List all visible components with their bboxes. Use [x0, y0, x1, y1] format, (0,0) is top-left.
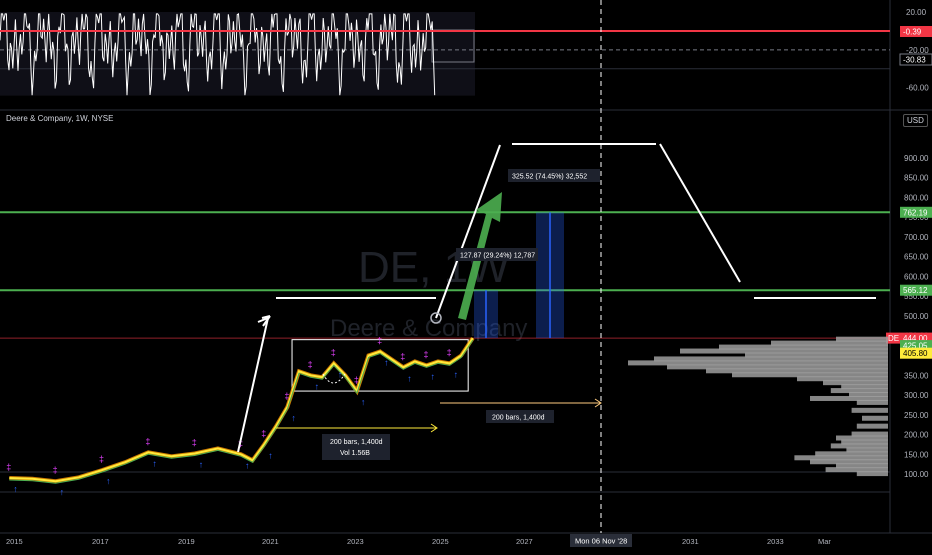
price-chart[interactable]: 20.00-20.00-60.00-0.39-30.83DE, 1WDeere … — [0, 0, 932, 550]
price-tick-label: 200.00 — [904, 431, 929, 440]
time-tick-label: 2031 — [682, 537, 699, 546]
sell-signal-marker: ‡ — [284, 391, 289, 401]
chart-workspace[interactable]: 20.00 -20.00 -60.00 -0.39 -30.83 DE, 1W Deere … — [0, 0, 932, 550]
range-bars-label: 200 bars, 1,400d — [330, 439, 383, 446]
time-tick-label: 2015 — [6, 537, 23, 546]
projection-bars-label: 200 bars, 1,400d — [492, 415, 545, 422]
sell-signal-marker: ‡ — [447, 347, 452, 357]
sell-signal-marker: ‡ — [331, 347, 336, 357]
time-tick-label: 2025 — [432, 537, 449, 546]
price-tag-label: 565.12 — [903, 286, 928, 295]
sell-signal-marker: ‡ — [261, 428, 266, 438]
price-tick-label: 800.00 — [904, 193, 929, 202]
time-tick-label: 2017 — [92, 537, 109, 546]
price-tick-label: 850.00 — [904, 174, 929, 183]
price-ribbon-lower — [9, 339, 474, 484]
price-tick-label: 100.00 — [904, 470, 929, 479]
sell-signal-marker: ‡ — [377, 336, 382, 346]
sell-signal-marker: ‡ — [400, 351, 405, 361]
price-tick-label: 300.00 — [904, 391, 929, 400]
price-tag-label: 762.19 — [903, 208, 928, 217]
price-tick-label: 350.00 — [904, 371, 929, 380]
buy-signal-marker: ↑ — [268, 450, 273, 460]
buy-signal-marker: ↑ — [384, 358, 389, 368]
price-tick-label: 600.00 — [904, 272, 929, 281]
price-tag-label: 405.80 — [903, 349, 928, 358]
sell-signal-marker: ‡ — [423, 349, 428, 359]
volume-profile-bar — [862, 415, 888, 421]
price-tick-label: 150.00 — [904, 450, 929, 459]
buy-signal-marker: ↑ — [60, 487, 65, 497]
buy-signal-marker: ↑ — [245, 460, 250, 470]
time-tick-label: 2023 — [347, 537, 364, 546]
sell-signal-marker: ‡ — [6, 462, 11, 472]
time-tick-label: 2021 — [262, 537, 279, 546]
buy-signal-marker: ↑ — [430, 371, 435, 381]
buy-signal-marker: ↑ — [199, 460, 204, 470]
volume-profile-bar — [856, 423, 888, 429]
volume-profile-bar — [856, 471, 888, 477]
time-tick-label: Mar — [818, 537, 831, 546]
sell-signal-marker: ‡ — [192, 438, 197, 448]
buy-signal-marker: ↑ — [13, 484, 17, 494]
sell-signal-marker: ‡ — [145, 436, 150, 446]
sell-signal-marker: ‡ — [354, 375, 359, 385]
time-tick-label: 2033 — [767, 537, 784, 546]
volume-profile-bar — [851, 407, 888, 413]
time-tick-label: 2027 — [516, 537, 533, 546]
ticker-badge-label: DE — [888, 334, 899, 343]
oscillator-tick-label: 20.00 — [906, 8, 927, 17]
sell-signal-marker: ‡ — [99, 454, 104, 464]
price-tick-label: 900.00 — [904, 154, 929, 163]
sell-signal-marker: ‡ — [308, 359, 313, 369]
buy-signal-marker: ↑ — [106, 476, 111, 486]
buy-signal-marker: ↑ — [315, 381, 320, 391]
buy-signal-marker: ↑ — [291, 413, 296, 423]
oscillator-tick-label: -20.00 — [906, 46, 929, 55]
symbol-title: Deere & Company, 1W, NYSE — [6, 114, 114, 123]
buy-signal-marker: ↑ — [361, 397, 366, 407]
time-tick-label: 2019 — [178, 537, 195, 546]
sell-signal-marker: ‡ — [53, 465, 58, 475]
oscillator-value-label: -0.39 — [903, 28, 922, 37]
volume-profile-bar — [856, 399, 888, 405]
price-tick-label: 650.00 — [904, 253, 929, 262]
price-tick-label: 250.00 — [904, 411, 929, 420]
currency-button[interactable]: USD — [903, 114, 928, 127]
crosshair-date-label: Mon 06 Nov '28 — [575, 537, 627, 546]
oscillator-secondary-label: -30.83 — [903, 56, 926, 65]
buy-signal-marker: ↑ — [152, 458, 157, 468]
price-tick-label: 700.00 — [904, 233, 929, 242]
oscillator-tick-label: -60.00 — [906, 84, 929, 93]
price-tick-label: 500.00 — [904, 312, 929, 321]
measure-long-label: 325.52 (74.45%) 32,552 — [512, 174, 587, 181]
range-vol-label: Vol 1.56B — [340, 450, 370, 457]
measure-short-label: 127.87 (29.24%) 12,787 — [460, 253, 535, 260]
buy-signal-marker: ↑ — [454, 369, 459, 379]
buy-signal-marker: ↑ — [407, 373, 412, 383]
